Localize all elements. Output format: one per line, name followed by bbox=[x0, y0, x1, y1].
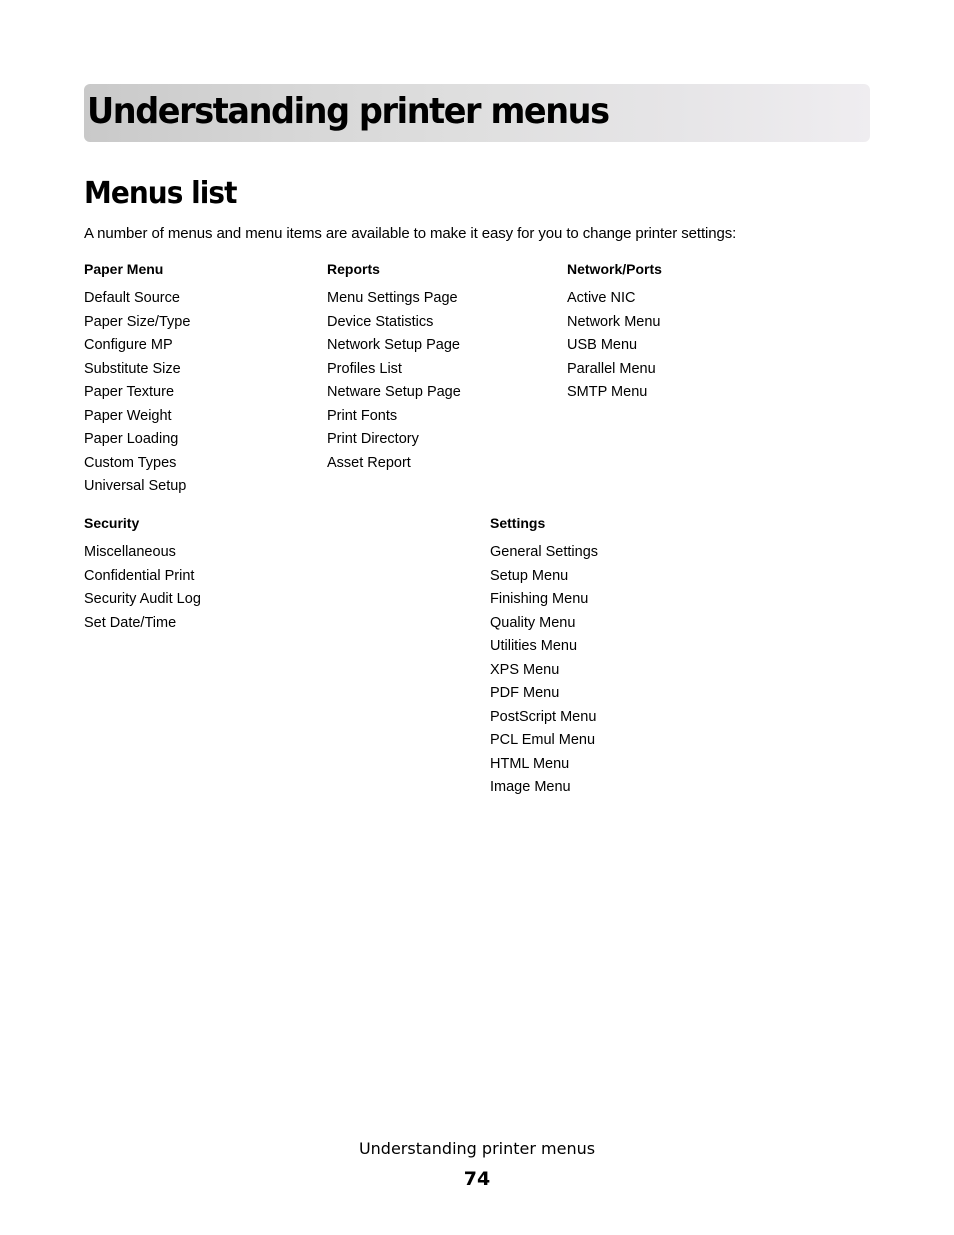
list-item: Finishing Menu bbox=[490, 591, 589, 607]
list-item: Active NIC bbox=[567, 290, 636, 306]
list-item: XPS Menu bbox=[490, 661, 560, 678]
section-title: Menus list bbox=[84, 176, 237, 211]
chapter-title: Understanding printer menus bbox=[87, 91, 610, 132]
list-item: Profiles List bbox=[327, 360, 402, 377]
group-heading: Security bbox=[84, 515, 140, 531]
list-item: Device Statistics bbox=[327, 313, 434, 330]
menu-group-security: Security Miscellaneous Confidential Print… bbox=[84, 513, 201, 635]
list-item: USB Menu bbox=[567, 337, 638, 353]
menu-item-list: Menu Settings Page Device Statistics Netwo… bbox=[327, 287, 461, 475]
list-item: Menu Settings Page bbox=[327, 290, 458, 306]
chapter-banner: Understanding printer menus bbox=[84, 84, 870, 142]
menu-item-list: General Settings Setup Menu Finishing Menu… bbox=[490, 541, 598, 800]
list-item: Network Menu bbox=[567, 313, 661, 330]
list-item: Default Source bbox=[84, 290, 180, 306]
list-item: HTML Menu bbox=[490, 755, 570, 772]
group-heading: Network/Ports bbox=[567, 261, 662, 277]
list-item: Substitute Size bbox=[84, 360, 181, 377]
list-item: PostScript Menu bbox=[490, 708, 597, 725]
menu-group-network-ports: Network/Ports Active NIC Network Menu USB … bbox=[567, 259, 662, 405]
list-item: Paper Texture bbox=[84, 384, 175, 400]
list-item: SMTP Menu bbox=[567, 384, 648, 400]
page-number: 74 bbox=[463, 1168, 491, 1190]
list-item: Configure MP bbox=[84, 337, 173, 353]
group-heading: Settings bbox=[490, 515, 546, 531]
list-item: Custom Types bbox=[84, 454, 177, 471]
list-item: Setup Menu bbox=[490, 567, 569, 584]
list-item: Print Directory bbox=[327, 431, 419, 447]
list-item: PDF Menu bbox=[490, 685, 560, 701]
menu-item-list: Default Source Paper Size/Type Configure M… bbox=[84, 287, 190, 499]
list-item: PCL Emul Menu bbox=[490, 732, 596, 748]
list-item: Print Fonts bbox=[327, 407, 398, 424]
list-item: Paper Weight bbox=[84, 407, 172, 424]
list-item: Paper Loading bbox=[84, 431, 179, 447]
list-item: Netware Setup Page bbox=[327, 384, 461, 400]
list-item: Quality Menu bbox=[490, 614, 576, 631]
group-heading: Paper Menu bbox=[84, 261, 164, 277]
list-item: Utilities Menu bbox=[490, 638, 578, 654]
list-item: Parallel Menu bbox=[567, 360, 656, 377]
list-item: Image Menu bbox=[490, 779, 571, 795]
list-item: Miscellaneous bbox=[84, 544, 176, 560]
list-item: Security Audit Log bbox=[84, 591, 201, 607]
group-heading: Reports bbox=[327, 261, 380, 277]
list-item: Network Setup Page bbox=[327, 337, 460, 353]
list-item: General Settings bbox=[490, 544, 599, 560]
list-item: Paper Size/Type bbox=[84, 313, 191, 330]
menu-item-list: Active NIC Network Menu USB Menu Parallel M… bbox=[567, 287, 662, 405]
menu-group-paper-menu: Paper Menu Default Source Paper Size/Type… bbox=[84, 259, 190, 499]
footer-chapter-title: Understanding printer menus bbox=[358, 1139, 596, 1158]
list-item: Confidential Print bbox=[84, 567, 195, 584]
intro-paragraph: A number of menus and menu items are ava… bbox=[84, 225, 737, 242]
menu-group-settings: Settings General Settings Setup Menu Finis… bbox=[490, 513, 598, 800]
menu-item-list: Miscellaneous Confidential Print Security … bbox=[84, 541, 201, 635]
menu-group-reports: Reports Menu Settings Page Device Statist… bbox=[327, 259, 461, 475]
list-item: Asset Report bbox=[327, 454, 411, 471]
list-item: Universal Setup bbox=[84, 478, 187, 494]
list-item: Set Date/Time bbox=[84, 614, 177, 631]
